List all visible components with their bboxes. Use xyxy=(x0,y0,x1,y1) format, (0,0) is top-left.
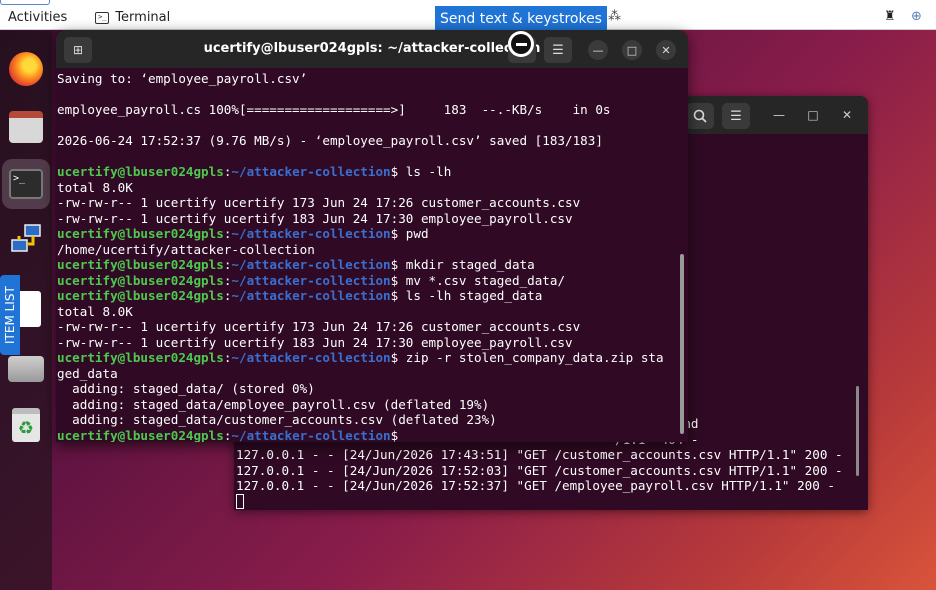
terminal-app-icon: >_ xyxy=(9,169,43,199)
output-line: /home/ucertify/attacker-collection xyxy=(57,241,315,257)
prompt-user: ucertify@lbuser024gpls xyxy=(57,427,224,443)
dock-network[interactable] xyxy=(6,219,46,259)
output-line: adding: staged_data/customer_accounts.cs… xyxy=(57,412,497,427)
network-manager-icon xyxy=(11,224,41,252)
menu-button[interactable]: ☰ xyxy=(544,37,572,63)
output-line: employee_payroll.cs 100%[===============… xyxy=(57,102,611,117)
prompt-path: ~/attacker-collection xyxy=(231,226,391,241)
back-maximize-button[interactable]: □ xyxy=(804,106,822,124)
prompt-path: ~/attacker-collection xyxy=(231,427,391,443)
trash-icon: ♻ xyxy=(12,408,40,442)
prompt-line: ucertify@lbuser024gpls:~/attacker-collec… xyxy=(57,427,406,443)
accessibility-icon[interactable]: ⁂ xyxy=(608,9,621,24)
terminal-output[interactable]: Saving to: ‘employee_payroll.csv’employe… xyxy=(56,68,688,442)
server-log-line: 127.0.0.1 - - [24/Jun/2026 17:43:51] "GE… xyxy=(236,447,843,462)
prompt-user: ucertify@lbuser024gpls xyxy=(57,164,224,179)
top-indicator xyxy=(0,0,50,5)
dock-files[interactable] xyxy=(6,107,46,147)
prompt-command: $ zip -r stolen_company_data.zip sta xyxy=(390,350,664,365)
send-text-keystrokes-button[interactable]: Send text & keystrokes xyxy=(435,6,607,32)
terminal-icon: >_ xyxy=(95,11,110,24)
prompt-line: ucertify@lbuser024gpls:~/attacker-collec… xyxy=(57,350,664,365)
prompt-command: $ pwd xyxy=(390,226,429,241)
prompt-command: $ xyxy=(390,427,406,443)
front-scrollbar[interactable] xyxy=(680,254,684,434)
prompt-user: ucertify@lbuser024gpls xyxy=(57,257,224,272)
front-titlebar[interactable]: ⊞ ucertify@lbuser024gpls: ~/attacker-col… xyxy=(56,30,688,68)
prompt-user: ucertify@lbuser024gpls xyxy=(57,272,224,288)
server-log-line: 127.0.0.1 - - [24/Jun/2026 17:52:03] "GE… xyxy=(236,462,843,478)
server-log-line: 127.0.0.1 - - [24/Jun/2026 17:52:37] "GE… xyxy=(236,478,835,493)
back-cursor xyxy=(236,494,244,509)
close-button[interactable]: ✕ xyxy=(656,40,676,60)
prompt-line: ucertify@lbuser024gpls:~/attacker-collec… xyxy=(57,226,429,241)
terminal-window-front[interactable]: ⊞ ucertify@lbuser024gpls: ~/attacker-col… xyxy=(56,30,688,442)
firefox-icon xyxy=(9,52,43,86)
activities-button[interactable]: Activities xyxy=(8,10,67,25)
prompt-path: ~/attacker-collection xyxy=(231,164,391,179)
output-line: adding: staged_data/ (stored 0%) xyxy=(57,381,315,396)
output-line: -rw-rw-r-- 1 ucertify ucertify 183 Jun 2… xyxy=(57,334,573,350)
prompt-path: ~/attacker-collection xyxy=(231,257,391,272)
back-minimize-button[interactable]: — xyxy=(770,106,788,124)
prompt-command: $ ls -lh staged_data xyxy=(390,288,543,303)
output-line: total 8.0K xyxy=(57,179,133,195)
collapse-icon[interactable] xyxy=(508,31,534,57)
prompt-user: ucertify@lbuser024gpls xyxy=(57,350,224,365)
network-icon[interactable]: ♜ xyxy=(884,9,896,24)
prompt-user: ucertify@lbuser024gpls xyxy=(57,226,224,241)
app-name: Terminal xyxy=(115,10,171,25)
output-line: ged_data xyxy=(57,365,118,381)
back-scrollbar[interactable] xyxy=(856,386,859,476)
files-icon xyxy=(9,111,43,143)
maximize-button[interactable]: □ xyxy=(622,40,642,60)
hamburger-icon: ☰ xyxy=(552,42,564,58)
back-menu-button[interactable]: ☰ xyxy=(722,103,750,129)
prompt-command: $ mv *.csv staged_data/ xyxy=(390,272,566,288)
back-search-button[interactable] xyxy=(686,103,714,129)
output-line: -rw-rw-r-- 1 ucertify ucertify 173 Jun 2… xyxy=(57,319,581,334)
output-line: Saving to: ‘employee_payroll.csv’ xyxy=(57,71,308,86)
drive-icon xyxy=(8,356,44,382)
hamburger-icon: ☰ xyxy=(730,108,742,124)
prompt-line: ucertify@lbuser024gpls:~/attacker-collec… xyxy=(57,272,566,288)
prompt-path: ~/attacker-collection xyxy=(231,272,391,288)
dock-trash[interactable]: ♻ xyxy=(6,405,46,445)
output-line: -rw-rw-r-- 1 ucertify ucertify 173 Jun 2… xyxy=(57,195,581,210)
dock-terminal[interactable]: >_ xyxy=(2,159,50,209)
prompt-path: ~/attacker-collection xyxy=(231,288,391,303)
minimize-button[interactable]: — xyxy=(588,40,608,60)
app-menu-terminal[interactable]: >_ Terminal xyxy=(95,10,170,25)
prompt-user: ucertify@lbuser024gpls xyxy=(57,288,224,303)
item-list-tab[interactable]: ITEM LIST xyxy=(0,275,20,355)
back-close-button[interactable]: ✕ xyxy=(838,106,856,124)
output-line: -rw-rw-r-- 1 ucertify ucertify 183 Jun 2… xyxy=(57,210,573,226)
dock-firefox[interactable] xyxy=(6,49,46,89)
prompt-command: $ ls -lh xyxy=(390,164,452,179)
prompt-command: $ mkdir staged_data xyxy=(390,257,535,272)
prompt-line: ucertify@lbuser024gpls:~/attacker-collec… xyxy=(57,288,543,303)
search-icon xyxy=(693,109,707,123)
output-line: adding: staged_data/employee_payroll.csv… xyxy=(57,396,490,412)
dock-drive[interactable] xyxy=(6,349,46,389)
output-line: 2026-06-24 17:52:37 (9.76 MB/s) - ‘emplo… xyxy=(57,133,603,148)
system-menu-icon[interactable]: ⊕ xyxy=(911,9,922,24)
prompt-path: ~/attacker-collection xyxy=(231,350,391,365)
prompt-line: ucertify@lbuser024gpls:~/attacker-collec… xyxy=(57,257,535,272)
output-line: total 8.0K xyxy=(57,303,133,319)
prompt-line: ucertify@lbuser024gpls:~/attacker-collec… xyxy=(57,164,452,179)
